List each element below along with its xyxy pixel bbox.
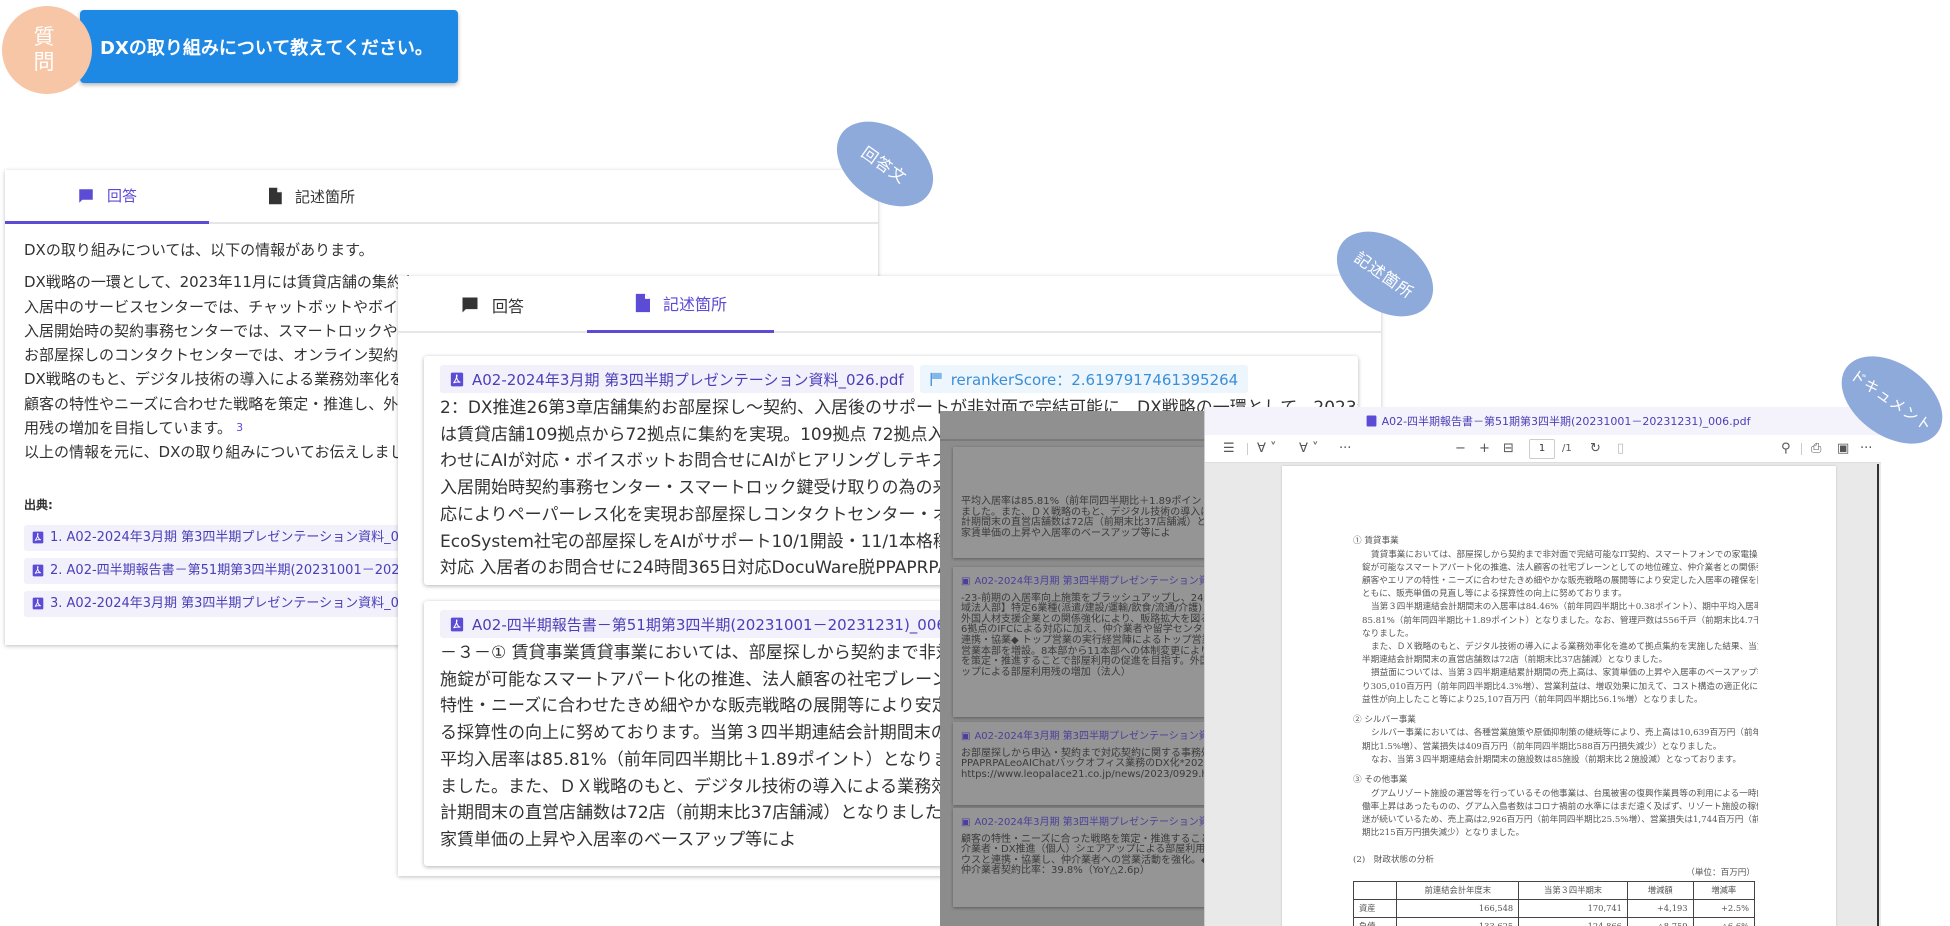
dimmed-card: 平均入居率は85.81%（前年同四半期比＋1.89ポイント)とな ました。また、… [953, 447, 1204, 558]
zoom-in-icon[interactable]: + [1479, 440, 1490, 458]
tab-answer[interactable]: 回答 [438, 276, 578, 333]
print-icon[interactable]: ⎙ [1811, 440, 1821, 458]
pdf-icon [32, 598, 44, 610]
source-link[interactable]: 2. A02-四半期報告書－第51期第3四半期(20231001－2023 [24, 557, 416, 584]
tab-answer[interactable]: 回答 [5, 170, 209, 224]
dimmed-card: ▣A02-2024年3月期 第3四半期プレゼンテーション資料_026. お部屋探… [953, 722, 1204, 805]
answer-intro: DXの取り組みについては、以下の情報があります。 [24, 241, 374, 259]
more-tools-icon[interactable]: ··· [1339, 440, 1351, 458]
document-icon [267, 187, 283, 205]
source-link[interactable]: 1. A02-2024年3月期 第3四半期プレゼンテーション資料_02 [24, 524, 416, 551]
chat-icon [77, 187, 95, 205]
tab-passage[interactable]: 記述箇所 [209, 170, 413, 222]
pdf-toolbar: ☰ ∀ ˅ ∀ ˅ ··· − + ⊟ 1 /1 ↻ ▯ ⚲ ⎙ ▣ ··· [1205, 435, 1881, 463]
pdf-icon [32, 565, 44, 577]
chat-icon [460, 295, 480, 315]
page-view-icon[interactable]: ▯ [1617, 440, 1624, 458]
scrollbar[interactable] [1877, 464, 1879, 926]
save-icon[interactable]: ▣ [1837, 440, 1849, 458]
modal-backdrop[interactable]: 平均入居率は85.81%（前年同四半期比＋1.89ポイント)とな ました。また、… [940, 411, 1204, 926]
rotate-icon[interactable]: ↻ [1590, 440, 1601, 458]
more-options-icon[interactable]: ··· [1860, 440, 1872, 458]
zoom-out-icon[interactable]: − [1455, 440, 1466, 458]
draw-icon[interactable]: ∀ ˅ [1299, 440, 1319, 458]
reranker-score: rerankerScore：2.6197917461395264 [919, 365, 1249, 393]
file-link[interactable]: A02-2024年3月期 第3四半期プレゼンテーション資料_026.pdf [440, 365, 914, 393]
flag-icon [930, 372, 942, 386]
tab-passage[interactable]: 記述箇所 [587, 276, 774, 333]
pdf-icon: ▣ [961, 817, 971, 828]
passage-panel-tabs: 回答 記述箇所 [398, 276, 1381, 333]
dimmed-card: ▣A02-2024年3月期 第3四半期プレゼンテーション資料_023. -23-… [953, 567, 1204, 717]
fit-page-icon[interactable]: ⊟ [1503, 440, 1514, 458]
answer-panel-tabs: 回答 記述箇所 [5, 170, 878, 224]
search-icon[interactable]: ⚲ [1781, 440, 1791, 458]
pdf-icon: ▣ [961, 731, 971, 742]
pdf-icon [1366, 415, 1376, 427]
pdf-viewer: A02-四半期報告書－第51期第3四半期(20231001－20231231)_… [1204, 407, 1881, 926]
citation-link[interactable]: 3 [236, 421, 243, 434]
question-badge: 質 問 [2, 6, 92, 94]
pdf-page: ① 賃貸事業 賃貸事業においては、部屋探しから契約まで非対面で完結可能なIT契約… [1282, 466, 1836, 926]
highlight-icon[interactable]: ∀ ˅ [1257, 440, 1277, 458]
pdf-viewer-title: A02-四半期報告書－第51期第3四半期(20231001－20231231)_… [1205, 407, 1881, 435]
file-link[interactable]: A02-四半期報告書－第51期第3四半期(20231001－20231231)_… [440, 610, 986, 638]
financial-table: 前連結会計年度末 当第３四半期末 増減額 増減率 資産 166,548 170,… [1352, 880, 1756, 926]
question-button[interactable]: DXの取り組みについて教えてください。 [80, 10, 458, 83]
outline-icon[interactable]: ☰ [1223, 440, 1235, 458]
pdf-icon [450, 372, 464, 386]
document-icon [634, 293, 651, 313]
page-total: /1 [1562, 443, 1572, 454]
pdf-icon [32, 532, 44, 544]
page-number-input[interactable]: 1 [1529, 439, 1555, 459]
pdf-icon [450, 617, 464, 631]
pdf-icon: ▣ [961, 576, 971, 587]
source-link[interactable]: 3. A02-2024年3月期 第3四半期プレゼンテーション資料_02 [24, 590, 416, 617]
dimmed-card: ▣A02-2024年3月期 第3四半期プレゼンテーション資料_023. 顧客の特… [953, 808, 1204, 907]
